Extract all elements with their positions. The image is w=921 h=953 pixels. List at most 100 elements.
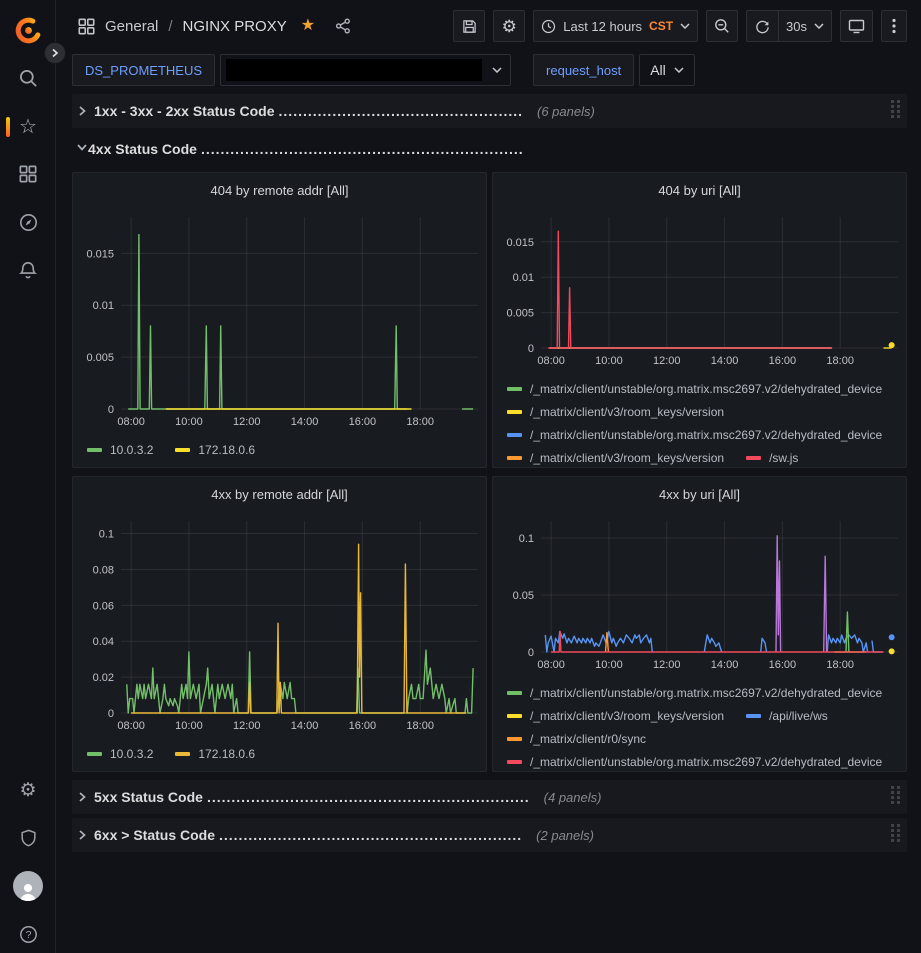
legend-swatch-icon (507, 456, 522, 460)
chart-404-by-uri[interactable]: 00.0050.010.01508:0010:0012:0014:0016:00… (495, 207, 906, 370)
row-panel-count: (4 panels) (544, 790, 602, 805)
legend-label: /_matrix/client/v3/room_keys/version (530, 709, 724, 723)
legend-row: /_matrix/client/unstable/org.matrix.msc2… (507, 681, 900, 704)
legend-label: /_matrix/client/unstable/org.matrix.msc2… (530, 755, 882, 769)
datasource-variable-label[interactable]: DS_PROMETHEUS (72, 54, 215, 86)
sidebar-expand-button[interactable] (44, 42, 66, 64)
time-range-label: Last 12 hours (563, 19, 642, 34)
legend-swatch-icon (87, 448, 102, 452)
legend-item[interactable]: /_matrix/client/unstable/org.matrix.msc2… (507, 755, 882, 769)
panel-404-by-remote-addr: 404 by remote addr [All] 00.0050.010.015… (72, 172, 487, 468)
row-5xx[interactable]: 5xx Status Code ........................… (72, 780, 907, 814)
legend-swatch-icon (507, 410, 522, 414)
legend-label: /_matrix/client/v3/room_keys/version (530, 405, 724, 419)
chart-area[interactable]: 00.050.108:0010:0012:0014:0016:0018:00 (493, 511, 906, 679)
legend-item[interactable]: /_matrix/client/v3/room_keys/version (507, 405, 724, 419)
legend-item[interactable]: 10.0.3.2 (87, 747, 153, 761)
row-drag-handle[interactable] (890, 823, 901, 847)
chart-area[interactable]: 00.020.040.060.080.108:0010:0012:0014:00… (73, 511, 486, 740)
redacted-value (226, 59, 482, 81)
gear-icon: ⚙ (502, 18, 517, 35)
legend-item[interactable]: /api/live/ws (746, 709, 828, 723)
panel-legend: 10.0.3.2 172.18.0.6 (73, 740, 486, 771)
dashboard-content: 1xx - 3xx - 2xx Status Code ............… (56, 94, 921, 852)
x-axis-tick-label: 14:00 (711, 659, 739, 671)
user-avatar[interactable] (0, 868, 56, 904)
legend-label: /_matrix/client/unstable/org.matrix.msc2… (530, 428, 882, 442)
y-axis-tick-label: 0.1 (519, 533, 534, 545)
chart-area[interactable]: 00.0050.010.01508:0010:0012:0014:0016:00… (493, 207, 906, 375)
chart-4xx-by-remote-addr[interactable]: 00.020.040.060.080.108:0010:0012:0014:00… (75, 511, 486, 735)
chart-404-by-remote-addr[interactable]: 00.0050.010.01508:0010:0012:0014:0016:00… (75, 207, 486, 431)
cycle-view-mode-button[interactable] (840, 10, 873, 42)
save-dashboard-button[interactable] (453, 10, 485, 42)
panel-404-by-uri: 404 by uri [All] 00.0050.010.01508:0010:… (492, 172, 907, 468)
panel-title[interactable]: 4xx by uri [All] (493, 477, 906, 511)
chevron-down-icon (680, 23, 690, 29)
row-title: 1xx - 3xx - 2xx Status Code (94, 103, 275, 119)
chart-4xx-by-uri[interactable]: 00.050.108:0010:0012:0014:0016:0018:00 (495, 511, 906, 674)
row-title-dots: ........................................… (201, 141, 524, 157)
datasource-variable-select[interactable] (220, 54, 511, 86)
legend-item[interactable]: /_matrix/client/v3/room_keys/version (507, 709, 724, 723)
legend-swatch-icon (507, 760, 522, 764)
legend-item[interactable]: /_matrix/client/unstable/org.matrix.msc2… (507, 686, 882, 700)
more-options-button[interactable] (881, 10, 907, 42)
star-outline-icon: ☆ (19, 117, 37, 137)
zoom-out-time-button[interactable] (706, 10, 738, 42)
y-axis-tick-label: 0.1 (99, 529, 114, 541)
request-host-variable-select[interactable]: All (639, 54, 695, 86)
refresh-interval-picker[interactable]: 30s (778, 10, 832, 42)
time-range-picker[interactable]: Last 12 hours CST (533, 10, 698, 42)
y-axis-tick-label: 0.04 (93, 636, 114, 648)
legend-item[interactable]: 172.18.0.6 (175, 443, 255, 457)
y-axis-tick-label: 0.01 (513, 272, 534, 284)
row-drag-handle[interactable] (890, 99, 901, 123)
x-axis-tick-label: 16:00 (349, 416, 377, 428)
legend-item[interactable]: /_matrix/client/unstable/org.matrix.msc2… (507, 382, 882, 396)
legend-item[interactable]: /_matrix/client/v3/room_keys/version (507, 451, 724, 465)
chart-area[interactable]: 00.0050.010.01508:0010:0012:0014:0016:00… (73, 207, 486, 436)
favorite-star-icon[interactable]: ★ (301, 18, 315, 34)
series-line (545, 632, 882, 653)
legend-item[interactable]: /_matrix/client/r0/sync (507, 732, 646, 746)
y-axis-tick-label: 0 (528, 647, 534, 659)
explore-compass-icon[interactable] (0, 204, 56, 240)
row-1xx-3xx-2xx[interactable]: 1xx - 3xx - 2xx Status Code ............… (72, 94, 907, 128)
alerting-bell-icon[interactable] (0, 252, 56, 288)
configuration-gear-icon[interactable]: ⚙ (0, 772, 56, 808)
svg-text:?: ? (25, 929, 31, 941)
grafana-logo[interactable] (0, 12, 56, 48)
row-6xx[interactable]: 6xx > Status Code ......................… (72, 818, 907, 852)
legend-row: /_matrix/client/unstable/org.matrix.msc2… (507, 750, 900, 771)
panel-title[interactable]: 404 by remote addr [All] (73, 173, 486, 207)
request-host-variable-label[interactable]: request_host (533, 54, 634, 86)
share-icon[interactable] (335, 18, 351, 34)
refresh-group: 30s (746, 10, 832, 42)
starred-dashboards-icon[interactable]: ☆ (0, 109, 56, 145)
refresh-button[interactable] (746, 10, 778, 42)
help-icon[interactable]: ? (0, 916, 56, 952)
panel-title[interactable]: 4xx by remote addr [All] (73, 477, 486, 511)
dashboard-settings-button[interactable]: ⚙ (493, 10, 525, 42)
dashboard-title: NGINX PROXY (183, 18, 287, 35)
legend-swatch-icon (507, 737, 522, 741)
dashboards-grid-icon (78, 18, 95, 35)
legend-label: /sw.js (769, 451, 798, 465)
server-admin-shield-icon[interactable] (0, 820, 56, 856)
legend-swatch-icon (175, 752, 190, 756)
legend-item[interactable]: 10.0.3.2 (87, 443, 153, 457)
legend-label: /_matrix/client/r0/sync (530, 732, 646, 746)
legend-label: 172.18.0.6 (198, 747, 255, 761)
legend-item[interactable]: 172.18.0.6 (175, 747, 255, 761)
breadcrumb-folder[interactable]: General (105, 18, 158, 35)
panel-title[interactable]: 404 by uri [All] (493, 173, 906, 207)
panel-grid: 404 by remote addr [All] 00.0050.010.015… (72, 172, 907, 772)
legend-item[interactable]: /_matrix/client/unstable/org.matrix.msc2… (507, 428, 882, 442)
legend-item[interactable]: /sw.js (746, 451, 798, 465)
row-4xx[interactable]: 4xx Status Code ........................… (72, 136, 907, 162)
row-drag-handle[interactable] (890, 785, 901, 809)
y-axis-tick-label: 0.08 (93, 564, 114, 576)
dashboards-icon[interactable] (0, 156, 56, 192)
search-icon[interactable] (0, 60, 56, 96)
